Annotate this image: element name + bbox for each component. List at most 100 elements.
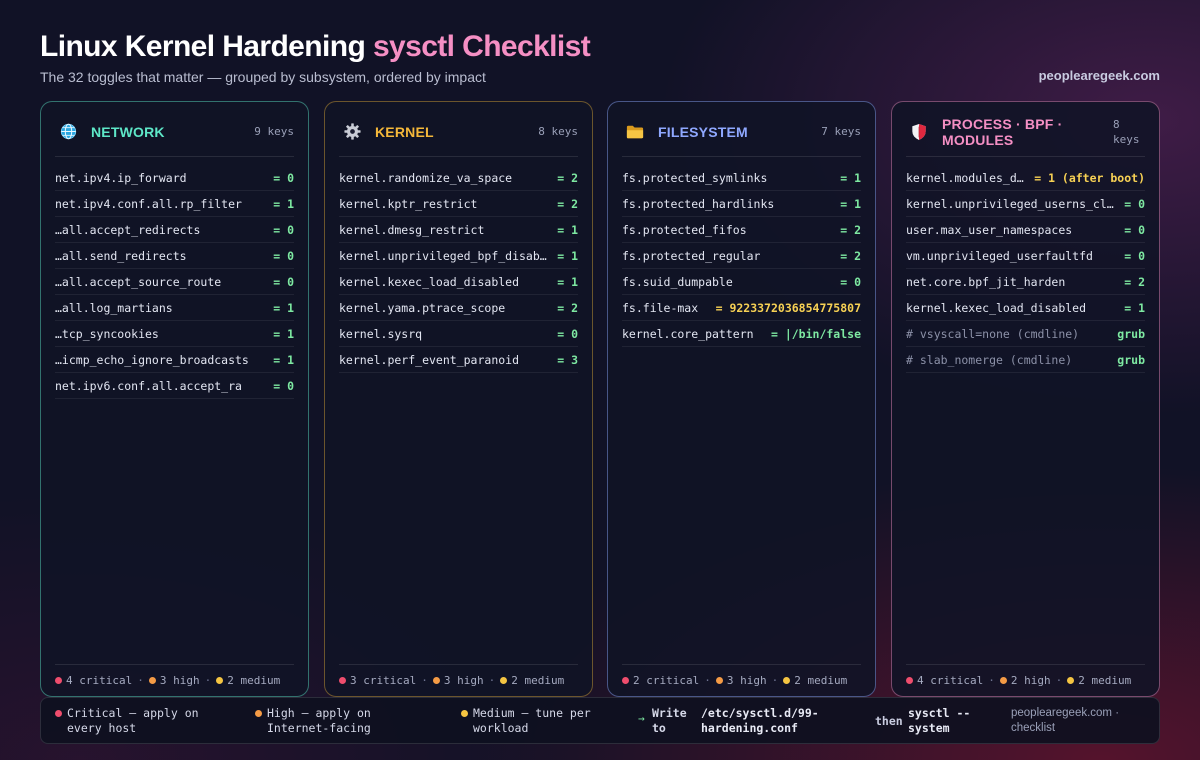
sysctl-key: fs.protected_fifos bbox=[622, 222, 747, 237]
sysctl-list: kernel.randomize_va_space = 2 kernel.kptr_… bbox=[339, 165, 578, 373]
card-title: KERNEL bbox=[375, 123, 434, 140]
sysctl-value: = 2 bbox=[557, 170, 578, 185]
legend-bar: Critical — apply on every host High — ap… bbox=[40, 697, 1160, 744]
sysctl-row: kernel.core_pattern = |/bin/false bbox=[622, 321, 861, 347]
critical-dot bbox=[339, 677, 346, 684]
title-accent: sysctl Checklist bbox=[372, 30, 591, 63]
sysctl-value: = 1 bbox=[273, 352, 294, 367]
sysctl-key: kernel.randomize_va_space bbox=[339, 170, 513, 185]
sysctl-row: kernel.unprivileged_bpf_disab… = 1 bbox=[339, 243, 578, 269]
critical-dot bbox=[55, 710, 62, 717]
legend-brand[interactable]: peoplearegeek.com · checklist bbox=[1011, 706, 1151, 736]
sysctl-key: …all.send_redirects bbox=[55, 248, 187, 263]
sysctl-list: kernel.modules_d… = 1 (after boot) kernel.… bbox=[906, 165, 1145, 373]
sysctl-row: …all.log_martians = 1 bbox=[55, 295, 294, 321]
sysctl-row: kernel.sysrq = 0 bbox=[339, 321, 578, 347]
write-to-label: Write to bbox=[652, 706, 687, 735]
sysctl-key: kernel.yama.ptrace_scope bbox=[339, 300, 506, 315]
sysctl-row: …all.accept_redirects = 0 bbox=[55, 217, 294, 243]
sysctl-key: net.core.bpf_jit_harden bbox=[906, 274, 1066, 289]
sysctl-key: net.ipv4.ip_forward bbox=[55, 170, 187, 185]
sysctl-value: = 3 bbox=[557, 352, 578, 367]
high-dot bbox=[999, 677, 1007, 684]
sysctl-value: grub bbox=[1117, 352, 1145, 367]
sysctl-row: kernel.kptr_restrict = 2 bbox=[339, 191, 578, 217]
config-path: /etc/sysctl.d/99-hardening.conf bbox=[701, 706, 819, 735]
sysctl-row: fs.suid_dumpable = 0 bbox=[622, 269, 861, 295]
legend-high-text: High — apply on Internet-facing bbox=[267, 706, 371, 735]
sysctl-key: kernel.kptr_restrict bbox=[339, 196, 478, 211]
sysctl-row: fs.protected_symlinks = 1 bbox=[622, 165, 861, 191]
sysctl-row: …all.send_redirects = 0 bbox=[55, 243, 294, 269]
globe-icon bbox=[59, 123, 77, 141]
key-count: 9 keys bbox=[254, 125, 294, 138]
sysctl-value: = 1 bbox=[557, 222, 578, 237]
critical-count: 4 critical bbox=[66, 674, 133, 687]
sysctl-value: = 2 bbox=[557, 300, 578, 315]
sysctl-key: kernel.perf_event_paranoid bbox=[339, 352, 520, 367]
title-main: Linux Kernel Hardening bbox=[40, 30, 366, 63]
medium-count: 2 medium bbox=[1078, 674, 1132, 687]
high-dot bbox=[148, 677, 156, 684]
medium-dot bbox=[216, 677, 224, 684]
sysctl-list: fs.protected_symlinks = 1 fs.protected_har… bbox=[622, 165, 861, 347]
sysctl-row: user.max_user_namespaces = 0 bbox=[906, 217, 1145, 243]
sysctl-value: = 0 bbox=[1124, 222, 1145, 237]
high-count: 3 high bbox=[443, 674, 484, 687]
high-count: 3 high bbox=[726, 674, 767, 687]
sysctl-row: fs.protected_fifos = 2 bbox=[622, 217, 861, 243]
sysctl-value: = 1 bbox=[273, 196, 294, 211]
card-network-header: NETWORK 9 keys bbox=[55, 107, 294, 157]
sysctl-value: = 2 bbox=[840, 222, 861, 237]
sysctl-command: sysctl --system bbox=[908, 706, 971, 735]
sysctl-key: …tcp_syncookies bbox=[55, 326, 159, 341]
medium-count: 2 medium bbox=[227, 674, 281, 687]
critical-count: 3 critical bbox=[350, 674, 417, 687]
sysctl-row: …icmp_echo_ignore_broadcasts = 1 bbox=[55, 347, 294, 373]
card-process: PROCESS · BPF · MODULES 8 keys kernel.mo… bbox=[891, 101, 1160, 697]
legend-critical: Critical — apply on every host bbox=[55, 706, 235, 736]
brand-link[interactable]: peoplearegeek.com bbox=[1039, 68, 1160, 83]
key-count: 7 keys bbox=[821, 125, 861, 138]
sysctl-value: = 0 bbox=[273, 248, 294, 263]
sysctl-value: = 0 bbox=[273, 274, 294, 289]
card-title: NETWORK bbox=[91, 123, 165, 140]
sysctl-key: …icmp_echo_ignore_broadcasts bbox=[55, 352, 249, 367]
sysctl-key: vm.unprivileged_userfaultfd bbox=[906, 248, 1093, 263]
key-count: 8 keys bbox=[538, 125, 578, 138]
sysctl-key: # vsyscall=none (cmdline) bbox=[906, 326, 1080, 341]
sysctl-key: kernel.unprivileged_bpf_disab… bbox=[339, 248, 547, 263]
sysctl-row: kernel.randomize_va_space = 2 bbox=[339, 165, 578, 191]
legend-critical-text: Critical — apply on every host bbox=[67, 706, 199, 735]
sysctl-value: = 1 (after boot) bbox=[1034, 170, 1145, 185]
card-title: FILESYSTEM bbox=[658, 123, 748, 140]
medium-count: 2 medium bbox=[511, 674, 565, 687]
medium-dot bbox=[500, 677, 508, 684]
sysctl-key: kernel.kexec_load_disabled bbox=[339, 274, 520, 289]
sysctl-row: kernel.modules_d… = 1 (after boot) bbox=[906, 165, 1145, 191]
sysctl-key: kernel.modules_d… bbox=[906, 170, 1024, 185]
sysctl-row: # vsyscall=none (cmdline) grub bbox=[906, 321, 1145, 347]
card-footer: 2 critical · 3 high · 2 medium bbox=[622, 664, 861, 696]
sysctl-value: = 1 bbox=[273, 326, 294, 341]
sysctl-value: = 0 bbox=[273, 378, 294, 393]
critical-dot bbox=[906, 677, 913, 684]
sysctl-value: = 0 bbox=[1124, 248, 1145, 263]
sysctl-value: = 0 bbox=[273, 222, 294, 237]
sysctl-key: net.ipv4.conf.all.rp_filter bbox=[55, 196, 242, 211]
sysctl-list: net.ipv4.ip_forward = 0 net.ipv4.conf.all.… bbox=[55, 165, 294, 399]
sysctl-key: kernel.core_pattern bbox=[622, 326, 754, 341]
high-count: 3 high bbox=[159, 674, 200, 687]
sysctl-key: kernel.dmesg_restrict bbox=[339, 222, 485, 237]
critical-count: 4 critical bbox=[917, 674, 984, 687]
sysctl-value: = 0 bbox=[557, 326, 578, 341]
sysctl-value: = 0 bbox=[1124, 196, 1145, 211]
sysctl-row: net.ipv4.conf.all.rp_filter = 1 bbox=[55, 191, 294, 217]
sysctl-key: …all.log_martians bbox=[55, 300, 173, 315]
sysctl-key: kernel.kexec_load_disabled bbox=[906, 300, 1087, 315]
sysctl-key: net.ipv6.conf.all.accept_ra bbox=[55, 378, 242, 393]
critical-dot bbox=[622, 677, 629, 684]
sysctl-key: fs.file-max bbox=[622, 300, 699, 315]
sysctl-row: kernel.yama.ptrace_scope = 2 bbox=[339, 295, 578, 321]
folder-icon bbox=[626, 123, 644, 141]
